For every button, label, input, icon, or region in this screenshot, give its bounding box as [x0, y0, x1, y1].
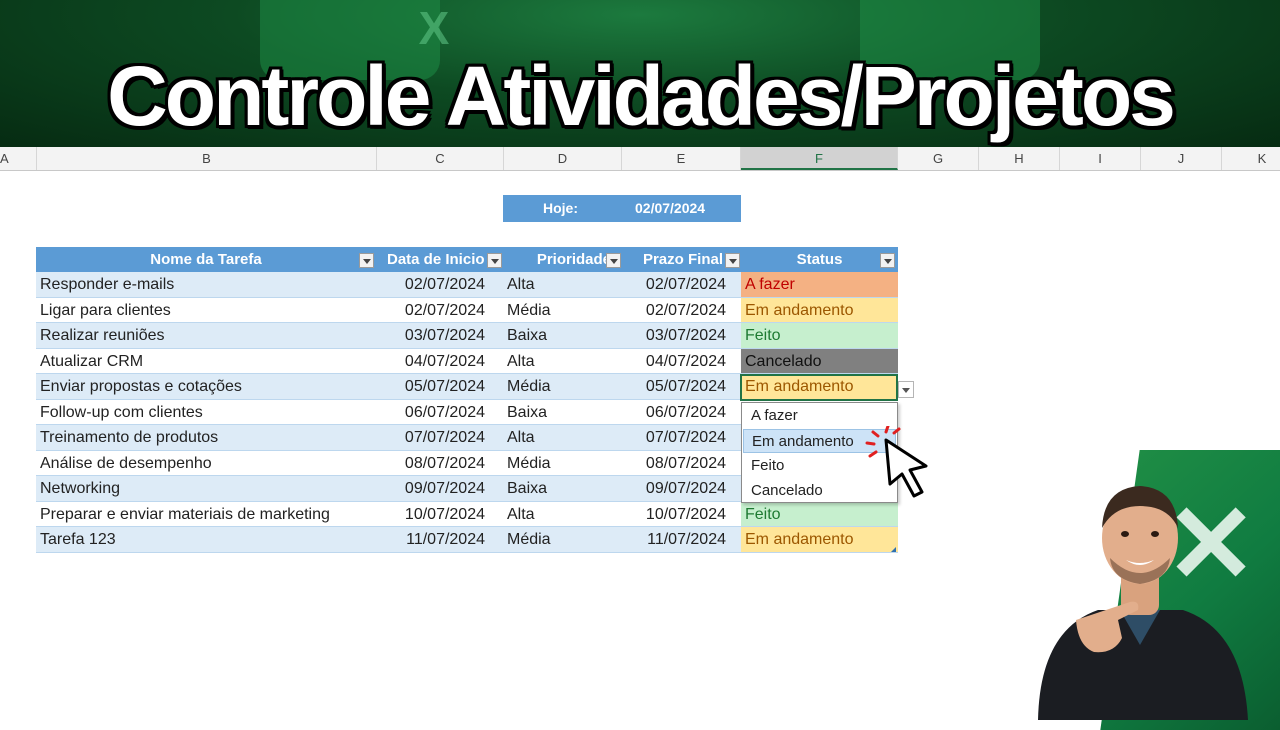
cell-due-date[interactable]: 04/07/2024: [622, 349, 728, 374]
dropdown-option-a-fazer[interactable]: A fazer: [743, 404, 896, 428]
cell-start-date[interactable]: 06/07/2024: [377, 400, 487, 425]
cell-start-date[interactable]: 02/07/2024: [377, 298, 487, 323]
cell-priority[interactable]: Média: [504, 374, 613, 399]
today-value: 02/07/2024: [635, 200, 706, 216]
cell-due-date[interactable]: 10/07/2024: [622, 502, 728, 527]
column-header-c[interactable]: C: [377, 147, 504, 170]
header-data-de-inicio: Data de Inicio: [387, 251, 485, 268]
cell-priority[interactable]: Baixa: [504, 400, 613, 425]
today-box[interactable]: Hoje: 02/07/2024: [503, 195, 741, 222]
cell-status[interactable]: Em andamento: [741, 297, 898, 322]
filter-dropdown-icon[interactable]: [880, 253, 895, 268]
header-prazo-final: Prazo Final: [642, 251, 723, 268]
column-header-b[interactable]: B: [37, 147, 377, 170]
table-row: Responder e-mails 02/07/2024 Alta 02/07/202…: [36, 272, 898, 298]
table-row: Atualizar CRM 04/07/2024 Alta 04/07/2024 Can…: [36, 348, 898, 374]
today-label: Hoje:: [543, 200, 578, 216]
column-header-k[interactable]: K: [1222, 147, 1280, 170]
cell-task-name[interactable]: Networking: [36, 476, 376, 501]
cell-start-date[interactable]: 03/07/2024: [377, 323, 487, 348]
cell-priority[interactable]: Alta: [504, 502, 613, 527]
table-resize-handle[interactable]: [891, 547, 896, 552]
thumbnail-banner: X Controle Atividades/Projetos: [0, 0, 1280, 148]
column-header-g[interactable]: G: [898, 147, 979, 170]
cell-status[interactable]: Cancelado: [741, 348, 898, 373]
cell-priority[interactable]: Alta: [504, 272, 613, 297]
cell-task-name[interactable]: Follow-up com clientes: [36, 400, 376, 425]
header-nome-da-tarefa: Nome da Tarefa: [150, 251, 262, 268]
cell-start-date[interactable]: 10/07/2024: [377, 502, 487, 527]
cell-due-date[interactable]: 11/07/2024: [622, 527, 728, 552]
cell-status[interactable]: Feito: [741, 323, 898, 348]
cell-task-name[interactable]: Responder e-mails: [36, 272, 376, 297]
cell-due-date[interactable]: 03/07/2024: [622, 323, 728, 348]
cell-priority[interactable]: Baixa: [504, 323, 613, 348]
cell-due-date[interactable]: 02/07/2024: [622, 298, 728, 323]
header-status: Status: [796, 251, 843, 268]
column-header-j[interactable]: J: [1141, 147, 1222, 170]
cell-priority[interactable]: Alta: [504, 425, 613, 450]
cell-priority[interactable]: Média: [504, 298, 613, 323]
cell-status[interactable]: A fazer: [741, 272, 898, 297]
excel-logo-icon: X: [418, 2, 450, 54]
cell-task-name[interactable]: Realizar reuniões: [36, 323, 376, 348]
cell-start-date[interactable]: 11/07/2024: [377, 527, 487, 552]
cell-start-date[interactable]: 07/07/2024: [377, 425, 487, 450]
table-row: Tarefa 123 11/07/2024 Média 11/07/2024 Em an…: [36, 527, 898, 553]
table-row: Preparar e enviar materiais de marketing…: [36, 501, 898, 527]
cell-priority[interactable]: Média: [504, 527, 613, 552]
column-header-h[interactable]: H: [979, 147, 1060, 170]
banner-title: Controle Atividades/Projetos: [107, 49, 1176, 143]
table-row: Realizar reuniões 03/07/2024 Baixa 03/07/20…: [36, 323, 898, 349]
cell-status[interactable]: Em andamento: [741, 527, 898, 552]
presenter-photo: [1038, 486, 1248, 720]
cell-task-name[interactable]: Análise de desempenho: [36, 451, 376, 476]
filter-dropdown-icon[interactable]: [359, 253, 374, 268]
column-header-a[interactable]: A: [0, 147, 37, 170]
header-prioridade: Prioridade: [536, 251, 611, 268]
cell-due-date[interactable]: 06/07/2024: [622, 400, 728, 425]
table-header-row: Nome da Tarefa Data de Inicio Prioridade…: [36, 247, 898, 272]
column-header-e[interactable]: E: [622, 147, 741, 170]
column-header-f[interactable]: F: [741, 147, 898, 170]
cell-task-name[interactable]: Enviar propostas e cotações: [36, 374, 376, 399]
cell-priority[interactable]: Média: [504, 451, 613, 476]
cell-start-date[interactable]: 04/07/2024: [377, 349, 487, 374]
cell-priority[interactable]: Baixa: [504, 476, 613, 501]
table-row: Ligar para clientes 02/07/2024 Média 02/07/…: [36, 297, 898, 323]
cell-start-date[interactable]: 09/07/2024: [377, 476, 487, 501]
cell-due-date[interactable]: 02/07/2024: [622, 272, 728, 297]
cell-due-date[interactable]: 07/07/2024: [622, 425, 728, 450]
cell-task-name[interactable]: Atualizar CRM: [36, 349, 376, 374]
cell-due-date[interactable]: 09/07/2024: [622, 476, 728, 501]
filter-dropdown-icon[interactable]: [606, 253, 621, 268]
cell-start-date[interactable]: 02/07/2024: [377, 272, 487, 297]
cell-dropdown-arrow-icon[interactable]: [898, 381, 914, 398]
column-header-bar: A B C D E F G H I J K: [0, 147, 1280, 171]
filter-dropdown-icon[interactable]: [725, 253, 740, 268]
cell-task-name[interactable]: Ligar para clientes: [36, 298, 376, 323]
column-header-i[interactable]: I: [1060, 147, 1141, 170]
active-cell-selection[interactable]: [740, 374, 898, 401]
cell-priority[interactable]: Alta: [504, 349, 613, 374]
cell-due-date[interactable]: 08/07/2024: [622, 451, 728, 476]
filter-dropdown-icon[interactable]: [487, 253, 502, 268]
cell-task-name[interactable]: Tarefa 123: [36, 527, 376, 552]
cell-start-date[interactable]: 08/07/2024: [377, 451, 487, 476]
mouse-pointer-icon: [865, 426, 928, 498]
cell-task-name[interactable]: Preparar e enviar materiais de marketing: [36, 502, 376, 527]
cell-due-date[interactable]: 05/07/2024: [622, 374, 728, 399]
cell-start-date[interactable]: 05/07/2024: [377, 374, 487, 399]
column-header-d[interactable]: D: [504, 147, 622, 170]
cell-task-name[interactable]: Treinamento de produtos: [36, 425, 376, 450]
